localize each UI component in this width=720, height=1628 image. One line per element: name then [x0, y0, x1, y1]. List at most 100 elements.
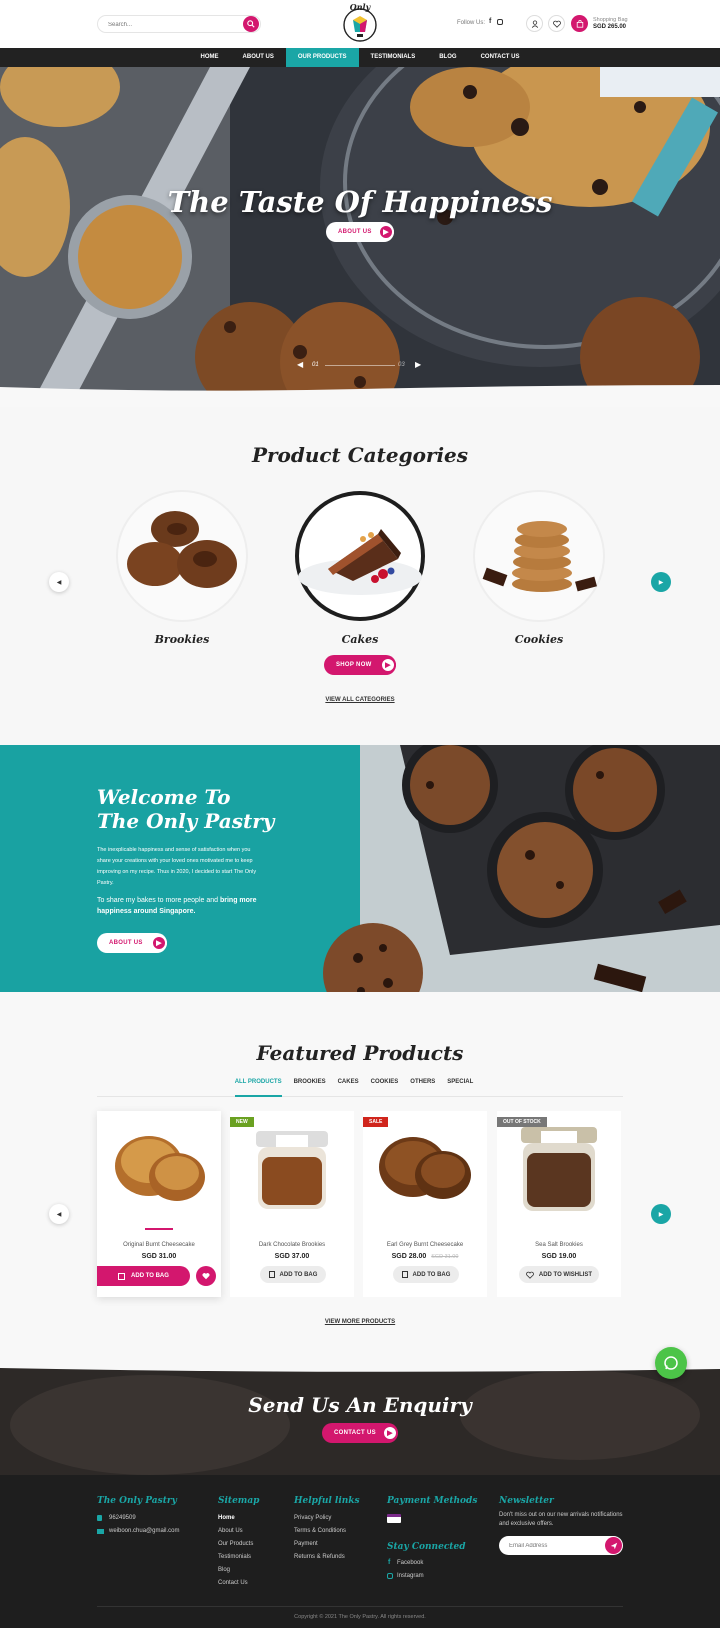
product-name[interactable]: Dark Chocolate Brookies — [230, 1242, 354, 1248]
tab-brookies[interactable]: BROOKIES — [294, 1079, 326, 1096]
tab-others[interactable]: OTHERS — [410, 1079, 435, 1096]
wishlist-button[interactable] — [196, 1266, 216, 1286]
send-icon — [610, 1542, 617, 1549]
product-name[interactable]: Original Burnt Cheesecake — [97, 1242, 221, 1248]
product-badge-out-of-stock: OUT OF STOCK — [497, 1117, 547, 1127]
sitemap-blog[interactable]: Blog — [218, 1564, 253, 1577]
header: Only Follow Us: f Shopping Bag SGD 265.0… — [0, 0, 720, 48]
category-label-brookies[interactable]: Brookies — [115, 633, 249, 646]
sitemap-about-us[interactable]: About Us — [218, 1525, 253, 1538]
tab-cakes[interactable]: CAKES — [338, 1079, 359, 1096]
categories-next-button[interactable]: ▶ — [651, 572, 671, 592]
bag-button[interactable] — [571, 15, 588, 32]
chevron-left-icon: ◀ — [56, 579, 62, 586]
product-price: SGD 31.00 — [141, 1253, 177, 1260]
newsletter-submit-button[interactable] — [605, 1537, 622, 1554]
product-price-row: SGD 28.00 SGD 31.00 — [363, 1253, 487, 1260]
welcome-about-button[interactable]: ABOUT US ▶ — [97, 933, 167, 953]
product-card-sea-salt-brookies[interactable]: OUT OF STOCK Sea Salt Brookies SGD 19.00… — [497, 1111, 621, 1297]
welcome-lead-text: To share my bakes to more people and — [97, 897, 219, 904]
product-price: SGD 37.00 — [274, 1253, 310, 1260]
product-card-earl-grey-burnt-cheesecake[interactable]: SALE Earl Grey Burnt Cheesecake SGD 28.0… — [363, 1111, 487, 1297]
category-label-cakes[interactable]: Cakes — [293, 633, 427, 646]
categories-title: Product Categories — [251, 443, 469, 467]
add-to-wishlist-label: ADD TO WISHLIST — [538, 1271, 593, 1278]
product-name[interactable]: Earl Grey Burnt Cheesecake — [363, 1242, 487, 1248]
facebook-icon[interactable]: f — [489, 18, 491, 25]
category-card-brookies[interactable] — [115, 489, 249, 623]
wishlist-button[interactable] — [548, 15, 565, 32]
search-box[interactable] — [97, 15, 261, 33]
whatsapp-icon — [664, 1356, 678, 1370]
footer: The Only Pastry 96249509 weiboon.chua@gm… — [0, 1475, 720, 1628]
category-card-cakes[interactable] — [293, 489, 427, 623]
welcome-title-line2: The Only Pastry — [97, 809, 275, 833]
email-icon — [97, 1529, 104, 1534]
account-button[interactable] — [526, 15, 543, 32]
tab-all-products[interactable]: ALL PRODUCTS — [234, 1079, 282, 1097]
helpful-terms[interactable]: Terms & Conditions — [294, 1525, 346, 1538]
helpful-privacy-policy[interactable]: Privacy Policy — [294, 1512, 346, 1525]
product-name[interactable]: Sea Salt Brookies — [497, 1242, 621, 1248]
newsletter-email-input[interactable] — [509, 1540, 599, 1551]
hero-slider: The Taste Of Happiness ABOUT US ▶ ◀ 01 0… — [0, 67, 720, 407]
sitemap-home[interactable]: Home — [218, 1512, 253, 1525]
product-card-dark-chocolate-brookies[interactable]: NEW Dark Chocolate Brookies SGD 37.00 AD… — [230, 1111, 354, 1297]
add-to-bag-label: ADD TO BAG — [412, 1271, 451, 1278]
sitemap-contact-us[interactable]: Contact Us — [218, 1577, 253, 1590]
products-next-button[interactable]: ▶ — [651, 1204, 671, 1224]
shopping-bag-icon — [401, 1271, 408, 1278]
nav-blog[interactable]: BLOG — [427, 48, 468, 67]
payment-methods-title: Payment Methods — [387, 1496, 478, 1506]
product-card-original-burnt-cheesecake[interactable]: Original Burnt Cheesecake SGD 31.00 ADD … — [97, 1111, 221, 1297]
sitemap-our-products[interactable]: Our Products — [218, 1538, 253, 1551]
helpful-payment[interactable]: Payment — [294, 1538, 346, 1551]
bag-total: SGD 265.00 — [593, 24, 627, 30]
add-to-bag-button[interactable]: ADD TO BAG — [260, 1266, 326, 1283]
footer-instagram-link[interactable]: Instagram — [397, 1570, 424, 1583]
contact-us-button[interactable]: CONTACT US ▶ — [322, 1423, 398, 1443]
nav-about-us[interactable]: ABOUT US — [231, 48, 286, 67]
search-button[interactable] — [243, 16, 259, 32]
helpful-links-title: Helpful links — [294, 1496, 360, 1506]
product-badge-sale: SALE — [363, 1117, 389, 1127]
hero-about-button[interactable]: ABOUT US ▶ — [326, 222, 394, 242]
arrow-right-icon: ▶ — [378, 224, 394, 240]
shop-now-button[interactable]: SHOP NOW ▶ — [324, 655, 396, 675]
nav-our-products[interactable]: OUR PRODUCTS — [285, 48, 359, 67]
tab-special[interactable]: SPECIAL — [447, 1079, 473, 1096]
category-card-cookies[interactable] — [472, 489, 606, 623]
newsletter-text: Don't miss out on our new arrivals notif… — [499, 1512, 623, 1527]
sitemap-testimonials[interactable]: Testimonials — [218, 1551, 253, 1564]
instagram-icon[interactable] — [497, 19, 503, 25]
add-to-wishlist-button[interactable]: ADD TO WISHLIST — [519, 1266, 599, 1283]
category-label-cookies[interactable]: Cookies — [472, 633, 606, 646]
product-badge-new: NEW — [230, 1117, 254, 1127]
nav-testimonials[interactable]: TESTIMONIALS — [359, 48, 428, 67]
tab-cookies[interactable]: COOKIES — [371, 1079, 399, 1096]
categories-prev-button[interactable]: ◀ — [49, 572, 69, 592]
footer-facebook-link[interactable]: Facebook — [397, 1557, 423, 1570]
nav-contact-us[interactable]: CONTACT US — [469, 48, 532, 67]
product-price: SGD 28.00 — [391, 1253, 427, 1260]
slider-prev-arrow[interactable]: ◀ — [297, 360, 303, 369]
view-more-products-link[interactable]: VIEW MORE PRODUCTS — [0, 1319, 720, 1325]
whatsapp-button[interactable] — [655, 1347, 687, 1379]
products-prev-button[interactable]: ◀ — [49, 1204, 69, 1224]
helpful-returns[interactable]: Returns & Refunds — [294, 1551, 346, 1564]
footer-email[interactable]: weiboon.chua@gmail.com — [109, 1525, 179, 1538]
view-all-categories-link[interactable]: VIEW ALL CATEGORIES — [0, 697, 720, 703]
add-to-bag-button[interactable]: ADD TO BAG — [97, 1266, 190, 1286]
footer-divider — [97, 1606, 623, 1607]
footer-phone[interactable]: 96249509 — [109, 1512, 136, 1525]
cookies-image — [473, 490, 605, 622]
contact-us-label: CONTACT US — [334, 1430, 376, 1436]
welcome-paragraph: The inexplicable happiness and sense of … — [97, 847, 257, 886]
slide-total: 03 — [398, 362, 405, 368]
search-input[interactable] — [108, 19, 228, 30]
logo[interactable]: Only — [340, 2, 380, 44]
nav-home[interactable]: HOME — [189, 48, 231, 67]
add-to-bag-button[interactable]: ADD TO BAG — [393, 1266, 459, 1283]
slider-next-arrow[interactable]: ▶ — [415, 360, 421, 369]
enquiry-section: Send Us An Enquiry CONTACT US ▶ — [0, 1365, 720, 1475]
